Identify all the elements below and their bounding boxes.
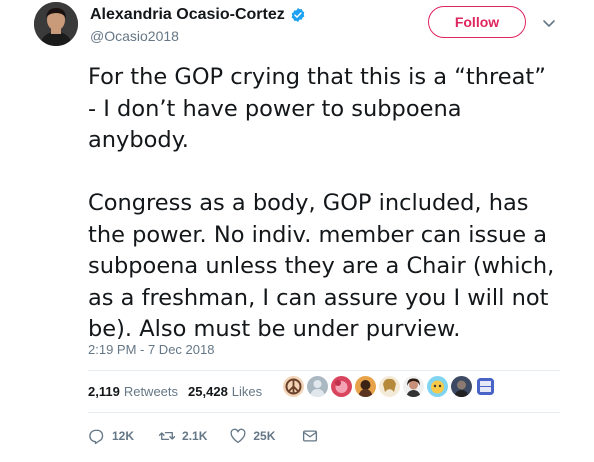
tweet-paragraph: For the GOP crying that this is a “threa… (88, 64, 546, 153)
likes-stat[interactable]: 25,428 Likes (188, 384, 262, 399)
retweet-count: 2.1K (182, 429, 208, 443)
liker-avatar[interactable] (283, 376, 304, 397)
liker-avatar[interactable] (307, 376, 328, 397)
divider (88, 370, 560, 371)
author-avatar[interactable] (34, 2, 78, 46)
retweets-count: 2,119 (88, 383, 120, 399)
liker-avatar[interactable] (331, 376, 352, 397)
retweet-icon (158, 431, 176, 441)
divider (88, 412, 560, 413)
liker-avatar[interactable] (451, 376, 472, 397)
envelope-icon (303, 430, 318, 442)
author-name[interactable]: Alexandria Ocasio-Cortez (90, 6, 285, 24)
reply-button[interactable]: 12K (88, 427, 134, 445)
more-options-chevron-down-icon[interactable] (540, 14, 558, 32)
tweet-paragraph: Congress as a body, GOP included, has th… (88, 190, 555, 342)
like-count: 25K (253, 429, 276, 443)
tweet-text: For the GOP crying that this is a “threa… (88, 62, 568, 346)
retweets-label: Retweets (123, 383, 179, 399)
liker-avatars (283, 376, 496, 397)
verified-badge-icon (290, 7, 306, 23)
liker-avatar[interactable] (475, 376, 496, 397)
tweet-stats: 2,119 Retweets 25,428 Likes (88, 378, 272, 404)
heart-icon (230, 428, 246, 444)
likes-count: 25,428 (188, 383, 228, 399)
reply-count: 12K (112, 429, 135, 443)
direct-message-button[interactable] (301, 427, 319, 445)
follow-button[interactable]: Follow (428, 6, 526, 38)
likes-label: Likes (231, 383, 263, 399)
liker-avatar[interactable] (403, 376, 424, 397)
like-button[interactable]: 25K (229, 427, 275, 445)
tweet-timestamp[interactable]: 2:19 PM - 7 Dec 2018 (88, 342, 214, 357)
retweets-stat[interactable]: 2,119 Retweets (88, 384, 178, 399)
author-info: Alexandria Ocasio-Cortez @Ocasio2018 (90, 6, 306, 44)
liker-avatar[interactable] (355, 376, 376, 397)
tweet-actions: 12K 2.1K 25K (88, 426, 319, 446)
liker-avatar[interactable] (379, 376, 400, 397)
liker-avatar[interactable] (427, 376, 448, 397)
reply-icon (89, 429, 104, 445)
retweet-button[interactable]: 2.1K (158, 427, 207, 445)
author-handle[interactable]: @Ocasio2018 (90, 28, 306, 44)
